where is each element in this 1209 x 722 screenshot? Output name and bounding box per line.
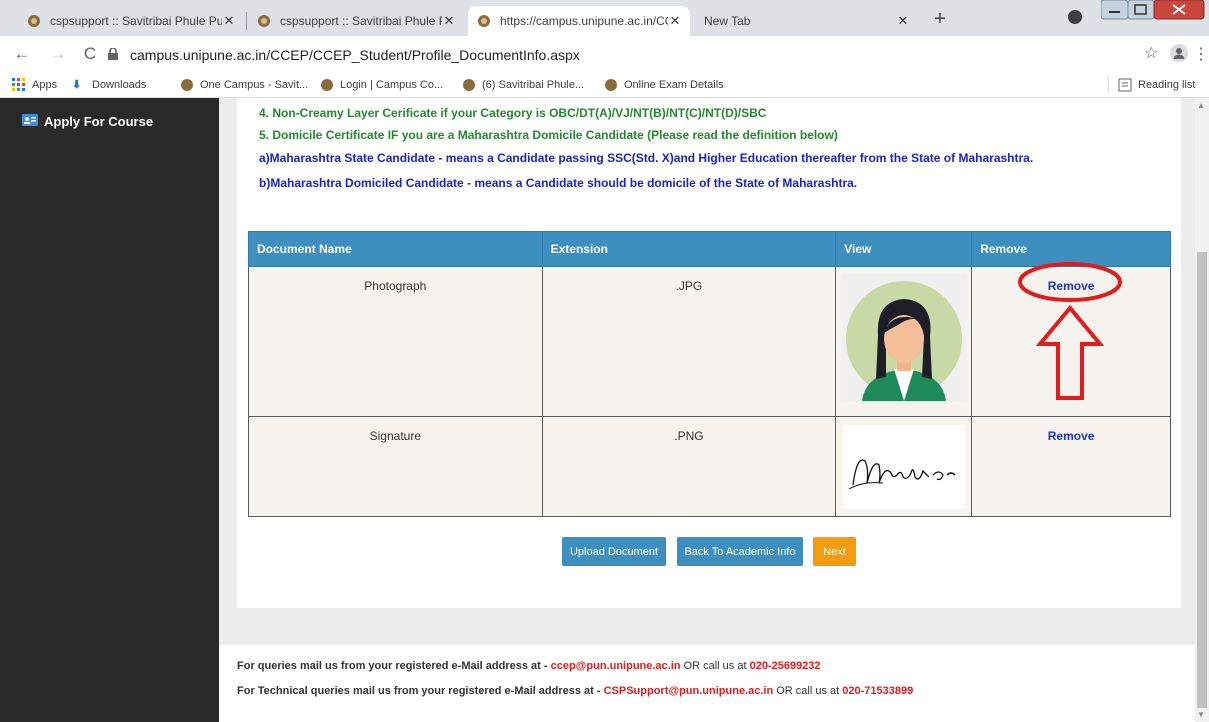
- queries-email-link[interactable]: ccep@pun.unipune.ac.in: [551, 660, 681, 672]
- upload-document-button[interactable]: Upload Document: [562, 537, 666, 566]
- maximize-button[interactable]: [1128, 0, 1154, 19]
- back-arrow-icon[interactable]: ←: [12, 44, 32, 64]
- university-logo-icon: [462, 78, 476, 92]
- bookmark-savitribai[interactable]: (6) Savitribai Phule...: [462, 76, 584, 94]
- tab-title: cspsupport :: Savitribai Phule Pun: [280, 14, 442, 28]
- minimize-button[interactable]: [1101, 0, 1128, 19]
- remove-cell: Remove: [971, 416, 1171, 517]
- footer-queries-line: For queries mail us from your registered…: [237, 660, 821, 672]
- browser-tab-4[interactable]: New Tab ✕: [694, 6, 918, 36]
- profile-avatar-icon[interactable]: [1170, 44, 1188, 62]
- lock-icon: [108, 47, 120, 63]
- browser-tab-1[interactable]: cspsupport :: Savitribai Phule Pun ✕: [18, 6, 244, 36]
- header-view: View: [835, 231, 973, 267]
- remove-signature-link[interactable]: Remove: [1048, 429, 1095, 443]
- university-logo-icon: [476, 13, 492, 29]
- download-icon: ⬇: [72, 79, 82, 91]
- note-domiciled-candidate: b)Maharashtra Domiciled Candidate - mean…: [259, 176, 858, 190]
- document-name-cell: Signature: [248, 416, 543, 517]
- address-bar[interactable]: campus.unipune.ac.in/CCEP/CCEP_Student/P…: [108, 41, 1138, 69]
- table-row: Signature .PNG Remove: [248, 416, 1171, 517]
- tab-title: New Tab: [704, 14, 751, 28]
- extension-cell: .PNG: [541, 416, 837, 517]
- university-logo-icon: [604, 78, 618, 92]
- more-menu-icon[interactable]: ⋮: [1193, 44, 1209, 64]
- close-icon[interactable]: ✕: [668, 13, 682, 29]
- chrome-media-icon[interactable]: [1068, 10, 1082, 24]
- university-logo-icon: [180, 78, 194, 92]
- reading-list-button[interactable]: Reading list: [1118, 76, 1195, 94]
- header-document-name: Document Name: [248, 231, 543, 267]
- university-logo-icon: [26, 13, 42, 29]
- scrollbar-thumb[interactable]: [1197, 252, 1207, 708]
- note-state-candidate: a)Maharashtra State Candidate - means a …: [259, 151, 1034, 165]
- close-icon[interactable]: ✕: [442, 13, 456, 29]
- forward-arrow-icon[interactable]: →: [48, 44, 68, 64]
- reading-list-icon: [1118, 78, 1132, 92]
- header-extension: Extension: [541, 231, 837, 267]
- university-logo-icon: [320, 78, 334, 92]
- apps-grid-icon: [12, 78, 26, 92]
- bookmark-login[interactable]: Login | Campus Co...: [320, 76, 443, 94]
- signature-thumbnail[interactable]: [842, 425, 965, 509]
- bookmark-downloads[interactable]: ⬇ Downloads: [72, 76, 146, 94]
- view-cell: [835, 266, 973, 417]
- close-icon[interactable]: ✕: [896, 13, 910, 29]
- extension-cell: .JPG: [541, 266, 837, 417]
- note-non-creamy: 4. Non-Creamy Layer Cerificate if your C…: [259, 106, 767, 120]
- tab-divider: [246, 12, 247, 30]
- reload-icon[interactable]: C: [80, 44, 100, 64]
- browser-tab-3-active[interactable]: https://campus.unipune.ac.in/CC ✕: [468, 6, 690, 36]
- university-logo-icon: [256, 13, 272, 29]
- document-name-cell: Photograph: [248, 266, 543, 417]
- bookmark-online-exam[interactable]: Online Exam Details: [604, 76, 724, 94]
- footer-technical-line: For Technical queries mail us from your …: [237, 685, 914, 697]
- next-button[interactable]: Next: [813, 537, 856, 566]
- url-text: campus.unipune.ac.in/CCEP/CCEP_Student/P…: [130, 47, 580, 63]
- close-icon[interactable]: ✕: [222, 13, 236, 29]
- tab-title: https://campus.unipune.ac.in/CC: [500, 14, 668, 28]
- scroll-up-icon[interactable]: ▲: [1197, 101, 1205, 110]
- queries-phone: 020-25699232: [749, 660, 821, 672]
- scroll-down-icon[interactable]: ▼: [1197, 710, 1205, 719]
- bookmark-star-icon[interactable]: ☆: [1144, 43, 1158, 63]
- footer: [219, 645, 1195, 722]
- browser-tab-2[interactable]: cspsupport :: Savitribai Phule Pun ✕: [248, 6, 464, 36]
- view-cell: [835, 416, 973, 517]
- id-card-icon: [22, 114, 38, 129]
- technical-phone: 020-71533899: [842, 685, 914, 697]
- bookmark-apps[interactable]: Apps: [12, 76, 57, 94]
- note-domicile: 5. Domicile Certificate IF you are a Mah…: [259, 128, 838, 142]
- close-window-button[interactable]: [1154, 0, 1204, 19]
- sidebar-item-apply-for-course[interactable]: Apply For Course: [22, 114, 153, 129]
- back-to-academic-info-button[interactable]: Back To Academic Info: [677, 537, 803, 566]
- bookmark-one-campus[interactable]: One Campus - Savit...: [180, 76, 308, 94]
- bookmarks-divider: [1108, 76, 1109, 94]
- annotation-highlight: [1018, 262, 1122, 400]
- new-tab-button[interactable]: +: [928, 9, 952, 31]
- technical-email-link[interactable]: CSPSupport@pun.unipune.ac.in: [604, 685, 774, 697]
- tab-title: cspsupport :: Savitribai Phule Pun: [50, 14, 222, 28]
- sidebar: [0, 98, 219, 722]
- photograph-thumbnail[interactable]: [841, 273, 966, 401]
